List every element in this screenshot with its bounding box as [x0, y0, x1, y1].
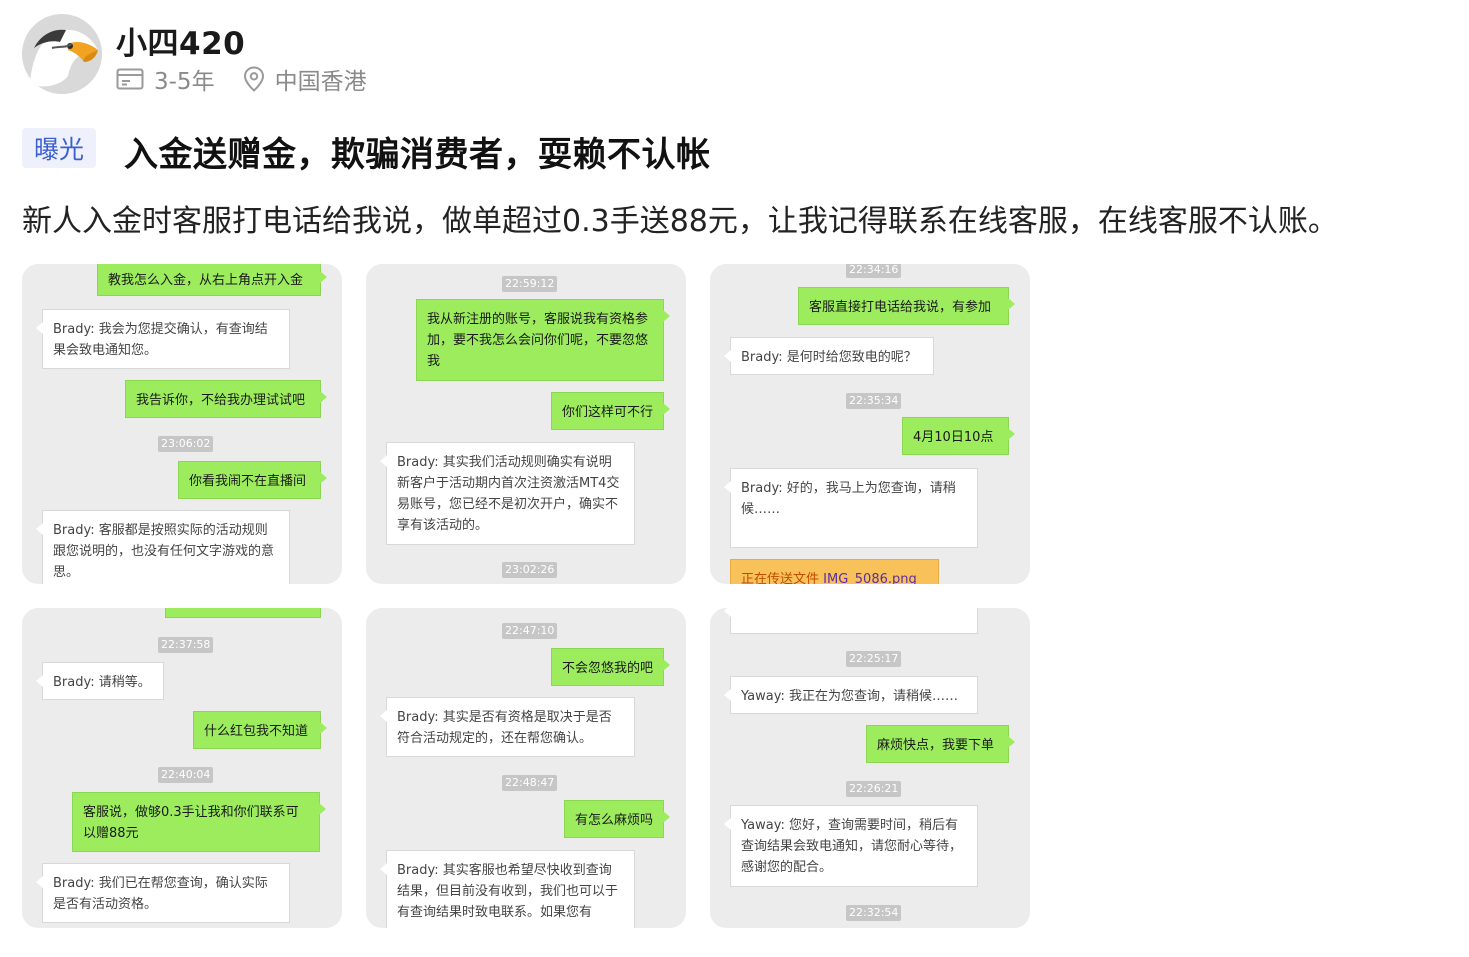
user-meta: 3-5年 中国香港 [116, 62, 395, 96]
chat-timestamp: 22:47:10 [502, 623, 558, 639]
chat-bubble-sent: 什么红包我不知道 [193, 711, 327, 749]
chat-bubble-received: Brady: 其实我们活动规则确实有说明新客户于活动期内首次注资激活MT4交易账… [380, 442, 635, 545]
file-transfer-bubble: 正在传送文件 IMG_5086.png [730, 559, 939, 584]
user-avatar[interactable] [22, 14, 102, 94]
screenshot-grid: 教我怎么入金，从右上角点开入金 Brady: 我会为您提交确认，有查询结果会致电… [22, 264, 1032, 928]
chat-timestamp: 22:37:58 [158, 637, 214, 653]
chat-timestamp: 22:59:12 [502, 276, 558, 292]
screenshot-1[interactable]: 教我怎么入金，从右上角点开入金 Brady: 我会为您提交确认，有查询结果会致电… [22, 264, 342, 584]
file-name: IMG_5086.png [823, 572, 917, 584]
chat-timestamp: 22:34:16 [846, 264, 902, 278]
chat-bubble-received-partial [724, 608, 978, 634]
chat-bubble-received: Brady: 我们已在帮您查询，确认实际是否有活动资格。 [36, 863, 290, 923]
chat-bubble-sent: 不会忽悠我的吧 [551, 648, 670, 686]
chat-bubble-sent: 客服说，做够0.3手让我和你们联系可以赠88元 [72, 792, 326, 852]
chat-timestamp: 23:02:26 [502, 562, 558, 578]
chat-bubble-received: Brady: 我会为您提交确认，有查询结果会致电通知您。 [36, 309, 290, 369]
chat-bubble-sent: 麻烦快点，我要下单 [866, 725, 1015, 763]
chat-bubble-received: Brady: 请稍等。 [36, 662, 164, 700]
chat-bubble-sent: 有怎么麻烦吗 [564, 800, 670, 838]
post-body: 新人入金时客服打电话给我说，做单超过0.3手送88元，让我记得联系在线客服，在线… [22, 204, 1338, 239]
screenshot-2[interactable]: 22:59:12 我从新注册的账号，客服说我有资格参加，要不我怎么会问你们呢，不… [366, 264, 686, 584]
chat-bubble-sent: 我从新注册的账号，客服说我有资格参加，要不我怎么会问你们呢，不要忽悠我 [416, 299, 670, 381]
chat-bubble-received: Brady: 客服都是按照实际的活动规则跟您说明的，也没有任何文字游戏的意思。 [36, 510, 290, 584]
chat-timestamp: 22:32:54 [846, 905, 902, 921]
chat-timestamp: 22:25:17 [846, 651, 902, 667]
chat-timestamp: 22:40:04 [158, 767, 214, 783]
id-card-icon [116, 68, 144, 90]
chat-bubble-sent: 你看我闹不在直播间 [178, 461, 327, 499]
post-title: 入金送赠金，欺骗消费者，耍赖不认帐 [124, 135, 711, 175]
location-pin-icon [243, 66, 264, 92]
eagle-avatar-icon [22, 14, 102, 94]
experience-text: 3-5年 [154, 69, 215, 95]
chat-bubble-sent: 你们这样可不行 [551, 392, 670, 430]
chat-bubble-sent: 客服直接打电话给我说，有参加 [798, 287, 1015, 325]
screenshot-4[interactable]: 22:37:58 Brady: 请稍等。 什么红包我不知道 22:40:04 客… [22, 608, 342, 928]
experience-meta: 3-5年 [116, 62, 215, 96]
username[interactable]: 小四420 [116, 18, 245, 63]
chat-timestamp: 22:48:47 [502, 775, 558, 791]
screenshot-5[interactable]: 22:47:10 不会忽悠我的吧 Brady: 其实是否有资格是取决于是否符合活… [366, 608, 686, 928]
chat-timestamp: 23:06:02 [158, 436, 214, 452]
file-transfer-label: 正在传送文件 [741, 572, 820, 584]
chat-bubble-received: Yaway: 我正在为您查询，请稍候…… [724, 676, 978, 714]
chat-bubble-received: Brady: 其实是否有资格是取决于是否符合活动规定的，还在帮您确认。 [380, 697, 635, 757]
chat-timestamp: 22:26:21 [846, 781, 902, 797]
chat-bubble-sent: 教我怎么入金，从右上角点开入金 [97, 264, 327, 296]
chat-bubble-received: Brady: 是何时给您致电的呢？ [724, 337, 934, 375]
chat-bubble-sent: 我告诉你，不给我办理试试吧 [125, 380, 327, 418]
chat-bubble-received: Yaway: 您好，查询需要时间，稍后有查询结果会致电通知，请您耐心等待，感谢您… [724, 805, 978, 887]
chat-bubble-sent-partial [165, 608, 321, 618]
chat-bubble-received: Brady: 好的，我马上为您查询，请稍候…… [724, 468, 978, 548]
chat-bubble-received: Brady: 其实客服也希望尽快收到查询结果，但目前没有收到，我们也可以于有查询… [380, 850, 635, 928]
chat-timestamp: 22:35:34 [846, 393, 902, 409]
exposure-tag[interactable]: 曝光 [22, 128, 97, 168]
location-meta: 中国香港 [243, 62, 367, 96]
chat-bubble-sent: 4月10日10点 [902, 417, 1015, 455]
screenshot-6[interactable]: 22:25:17 Yaway: 我正在为您查询，请稍候…… 麻烦快点，我要下单 … [710, 608, 1030, 928]
screenshot-3[interactable]: 22:34:16 客服直接打电话给我说，有参加 Brady: 是何时给您致电的呢… [710, 264, 1030, 584]
location-text: 中国香港 [274, 69, 367, 95]
